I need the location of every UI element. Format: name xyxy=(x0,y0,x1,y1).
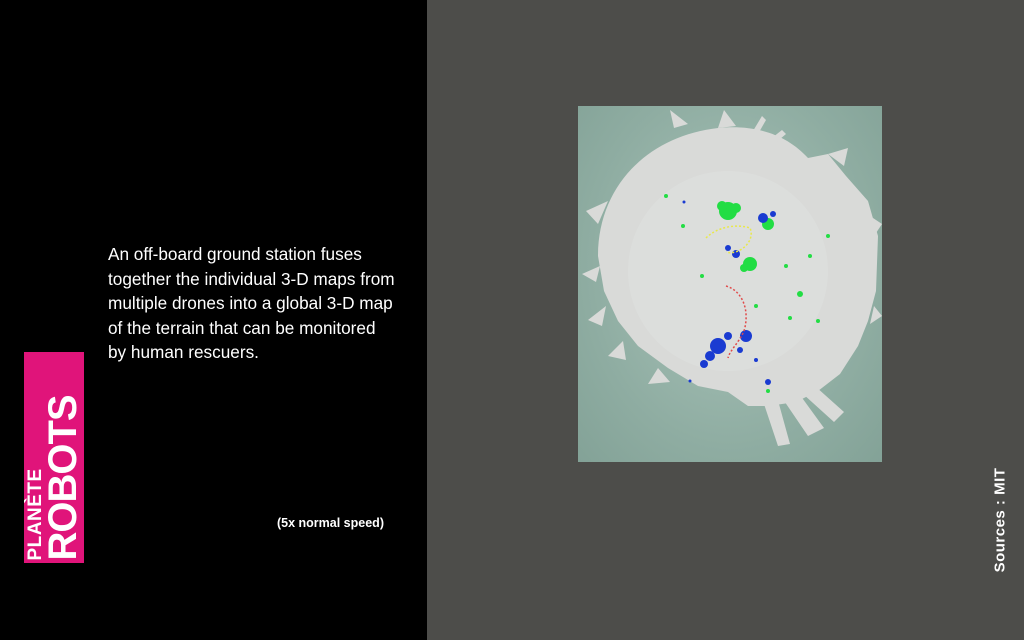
scan-core xyxy=(628,171,828,371)
caption-line: An off-board ground station fuses xyxy=(108,244,362,264)
caption-line: multiple drones into a global 3-D map xyxy=(108,293,393,314)
caption-line: of the terrain that can be monitored xyxy=(108,317,376,338)
sources-text: Sources : MIT xyxy=(991,467,1009,573)
caption-text: An off-board ground station fuses togeth… xyxy=(108,242,413,365)
global-3d-map xyxy=(578,106,882,462)
logo-text-robots: ROBOTS xyxy=(41,394,84,560)
map-render xyxy=(582,110,882,446)
caption-line: by human rescuers. xyxy=(108,342,259,363)
speed-note: (5x normal speed) xyxy=(277,516,384,530)
caption-line: together the individual 3-D maps from xyxy=(108,268,395,289)
left-panel: An off-board ground station fuses togeth… xyxy=(0,0,427,640)
planete-robots-logo: PLANÈTE ROBOTS xyxy=(24,352,84,563)
